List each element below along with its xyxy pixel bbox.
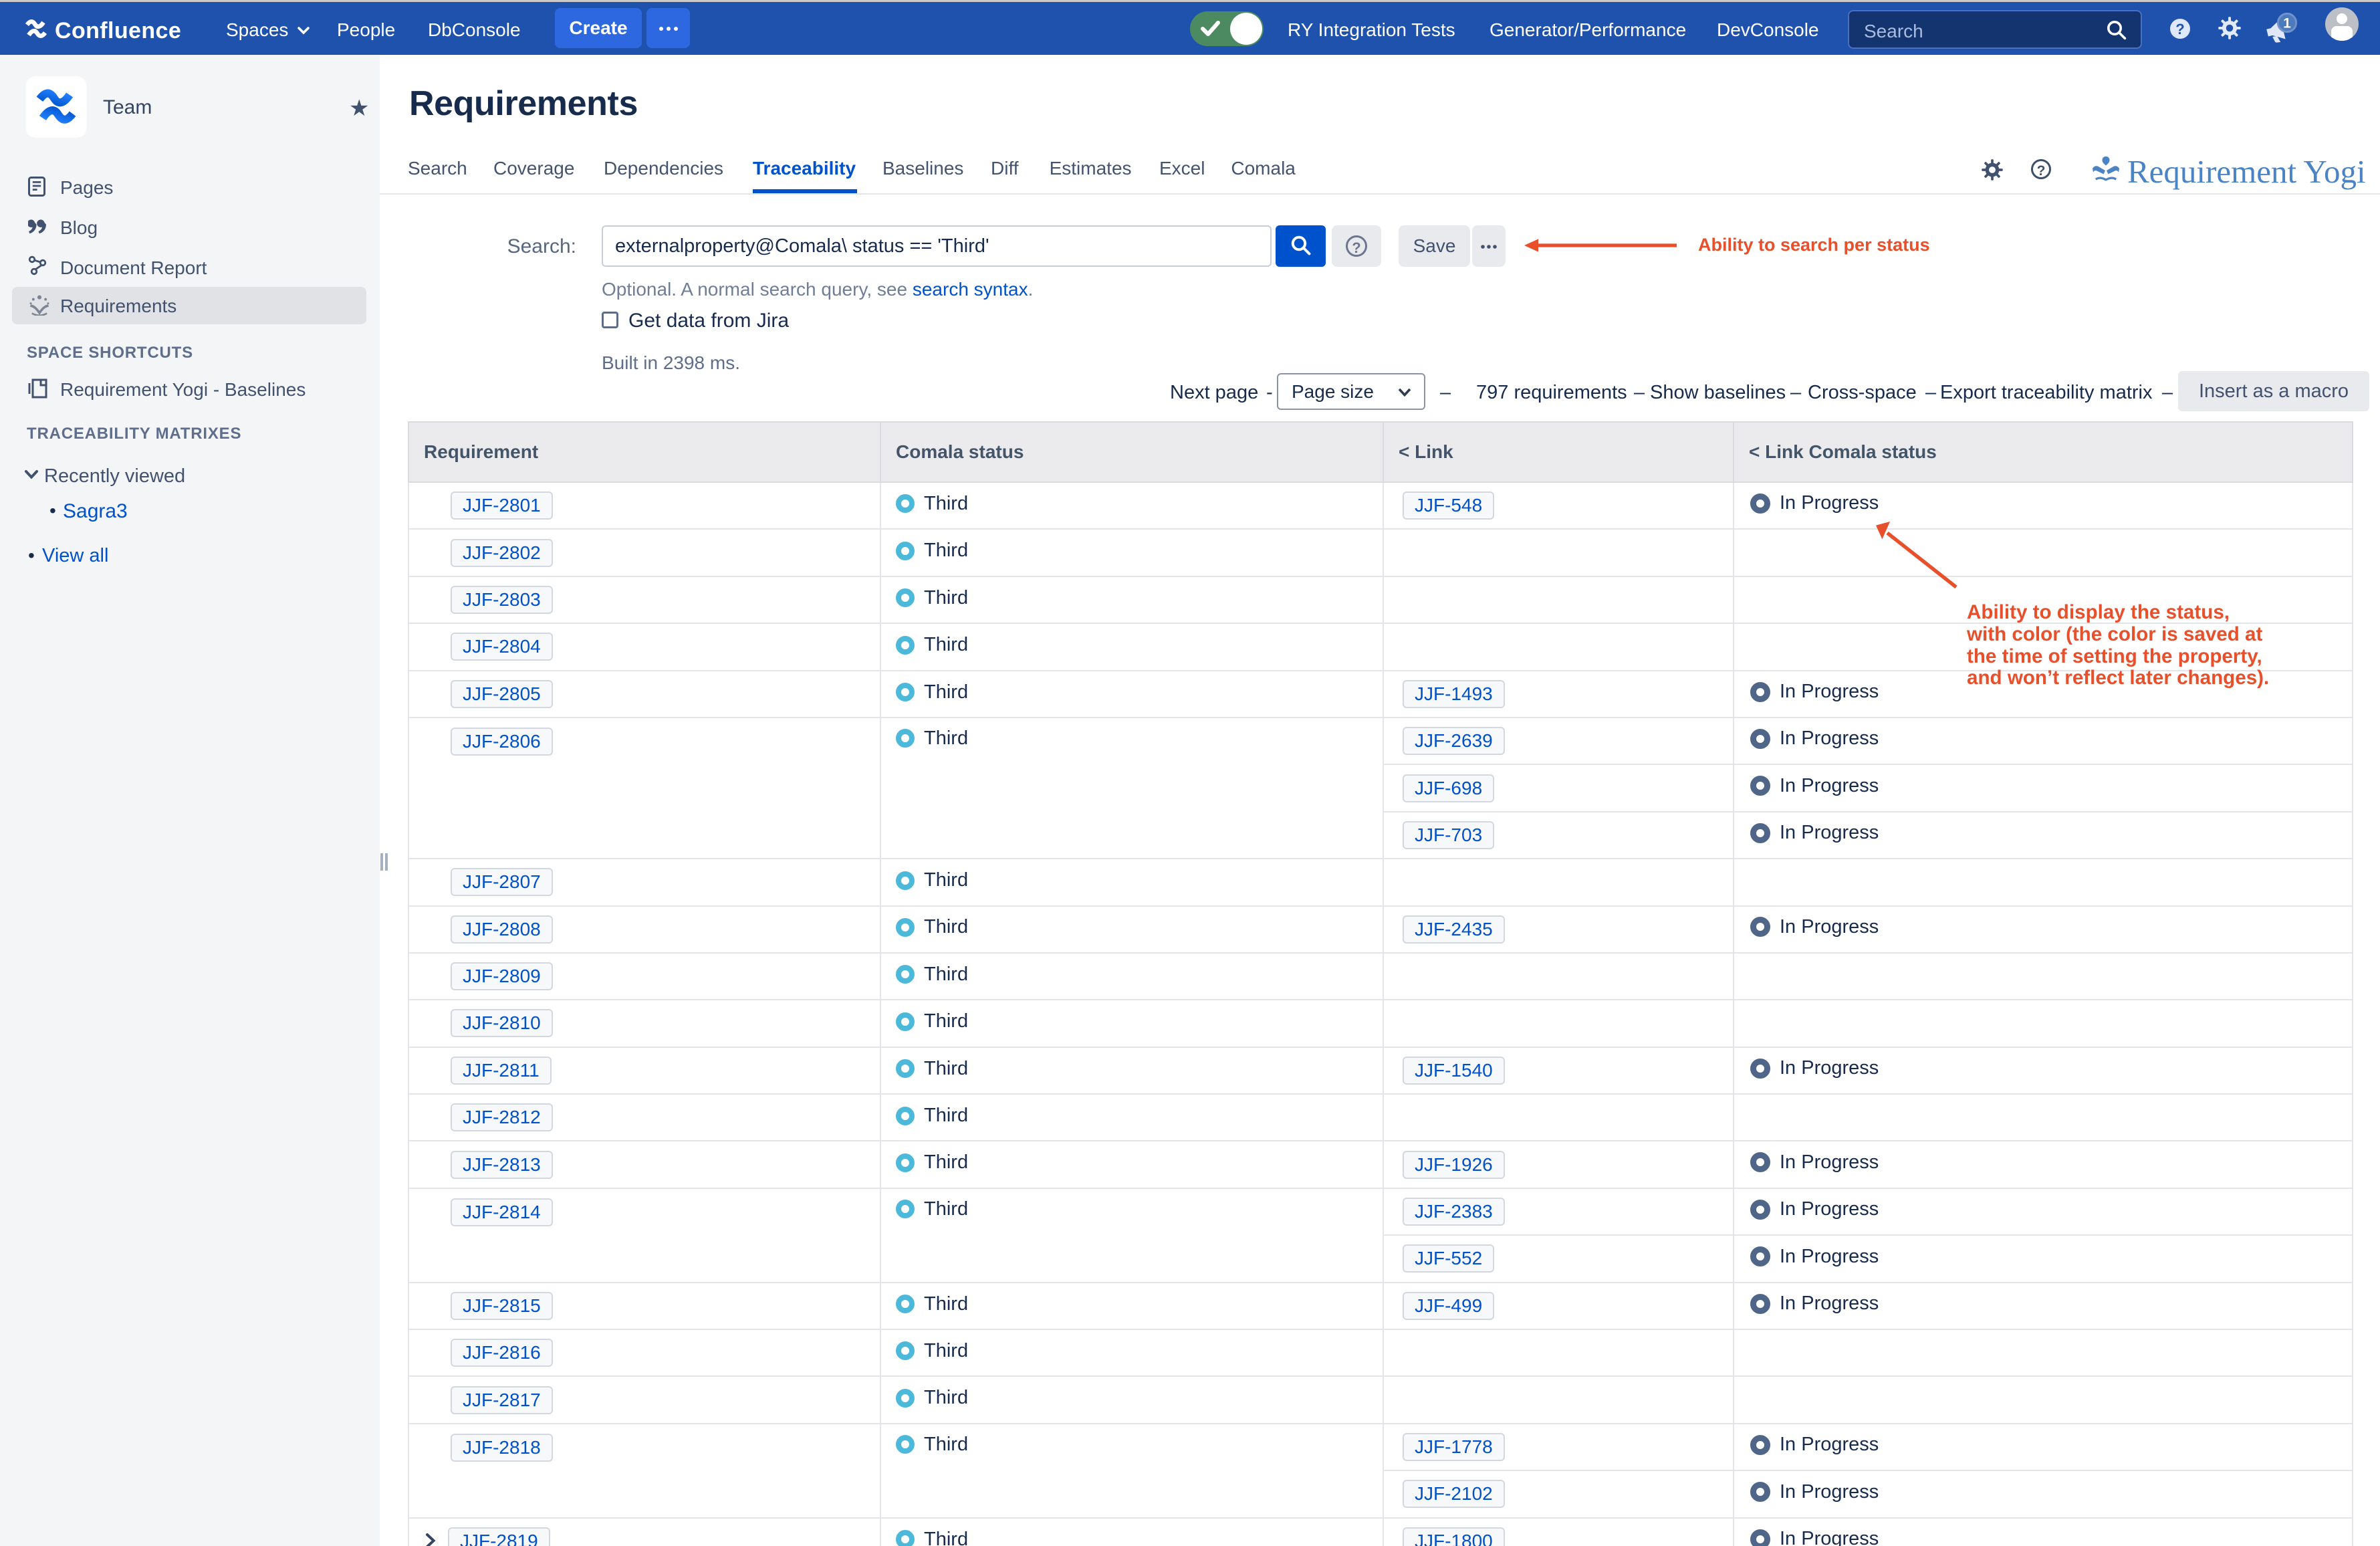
svg-text:1: 1	[2283, 16, 2291, 31]
